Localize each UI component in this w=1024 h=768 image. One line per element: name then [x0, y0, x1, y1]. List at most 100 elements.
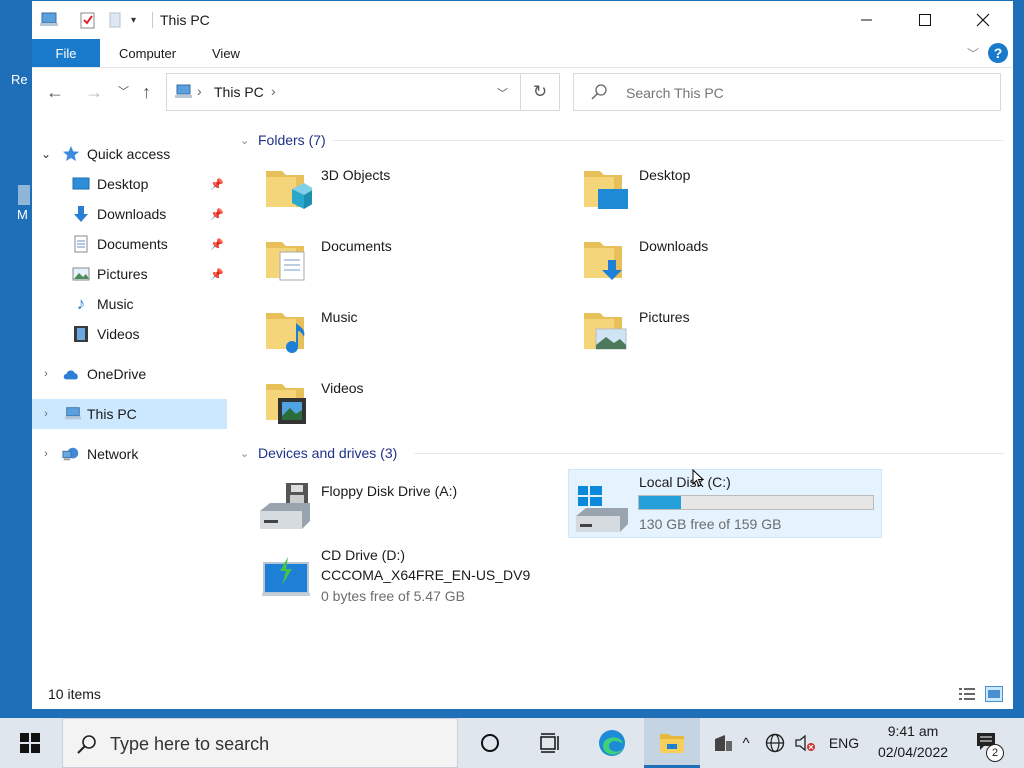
computer-icon [64, 405, 82, 423]
large-icons-view-button[interactable] [985, 686, 1003, 702]
customize-quick-access-icon[interactable]: ▾ [131, 10, 136, 30]
breadcrumb-separator-icon[interactable]: › [197, 83, 202, 99]
pin-icon[interactable]: 📌 [210, 208, 224, 221]
address-dropdown-icon[interactable]: ﹀ [497, 85, 508, 101]
folder-documents[interactable]: Documents [236, 228, 536, 294]
maximize-button[interactable] [896, 1, 954, 39]
folder-3d-objects[interactable]: 3D Objects [236, 157, 536, 223]
search-input[interactable] [624, 84, 928, 102]
folder-desktop[interactable]: Desktop [554, 157, 854, 223]
breadcrumb-this-pc[interactable]: This PC [214, 84, 264, 100]
nav-label: Network [87, 446, 139, 462]
desktop-icon[interactable] [18, 185, 30, 205]
nav-label: Videos [97, 326, 140, 342]
close-button[interactable] [954, 1, 1012, 39]
windows-drive-icon [576, 486, 628, 532]
up-button[interactable]: ↑ [142, 82, 151, 102]
edge-icon [599, 730, 625, 756]
edge-browser-button[interactable] [584, 718, 640, 768]
folder-label: Documents [321, 238, 392, 254]
help-button[interactable]: ? [988, 43, 1008, 63]
nav-label: Quick access [87, 146, 171, 162]
nav-item-pictures[interactable]: Pictures 📌 [32, 259, 227, 289]
collapsed-chevron-icon[interactable]: › [40, 408, 52, 420]
expanded-chevron-icon[interactable]: ⌄ [40, 147, 52, 161]
title-bar: ▾ This PC [32, 1, 1013, 39]
nav-this-pc[interactable]: › This PC [32, 399, 227, 429]
drive-label: Floppy Disk Drive (A:) [321, 483, 458, 499]
folder-label: Music [321, 309, 358, 325]
pin-icon[interactable]: 📌 [210, 238, 224, 251]
nav-quick-access[interactable]: ⌄ Quick access [32, 139, 227, 169]
file-explorer-window: ▾ This PC File Computer View ﹀ ? ← → ﹀ ↑… [31, 0, 1014, 710]
drive-label: Local Disk (C:) [639, 474, 731, 490]
drive-cd-d[interactable]: CD Drive (D:) CCCOMA_X64FRE_EN-US_DV9 0 … [236, 545, 536, 611]
start-button[interactable] [0, 718, 60, 768]
status-bar: 10 items [32, 677, 1013, 710]
folders-group-title: Folders (7) [258, 132, 326, 148]
breadcrumb-separator-icon[interactable]: › [271, 83, 276, 99]
folder-pictures[interactable]: Pictures [554, 299, 854, 365]
collapsed-chevron-icon[interactable]: › [40, 448, 52, 460]
volume-button[interactable] [792, 718, 818, 768]
recent-locations-icon[interactable]: ﹀ [118, 82, 129, 102]
pin-icon[interactable]: 📌 [210, 268, 224, 281]
group-collapse-icon[interactable]: ⌄ [240, 447, 258, 460]
show-hidden-icons-button[interactable]: ^ [734, 718, 758, 768]
details-view-button[interactable] [958, 686, 976, 702]
network-status-button[interactable] [762, 718, 788, 768]
nav-onedrive[interactable]: › OneDrive [32, 359, 227, 389]
folder-label: Videos [321, 380, 364, 396]
folder-music[interactable]: Music [236, 299, 536, 365]
tab-computer[interactable]: Computer [119, 46, 176, 61]
back-button[interactable]: ← [46, 82, 64, 102]
cd-drive-icon [262, 557, 310, 596]
nav-item-desktop[interactable]: Desktop 📌 [32, 169, 227, 199]
picture-icon [72, 265, 90, 283]
network-icon [62, 445, 80, 463]
item-count: 10 items [48, 686, 101, 702]
group-collapse-icon[interactable]: ⌄ [240, 134, 258, 147]
taskbar-search-box[interactable]: Type here to search [62, 718, 458, 768]
forward-button[interactable]: → [85, 82, 103, 102]
address-bar[interactable]: › This PC › ﹀ [166, 73, 560, 111]
disk-usage-bar [638, 495, 874, 510]
window-title: This PC [160, 12, 210, 28]
drive-floppy[interactable]: Floppy Disk Drive (A:) [236, 473, 536, 533]
input-language[interactable]: ENG [822, 718, 866, 768]
action-center-button[interactable]: 2 [964, 718, 1014, 768]
minimize-button[interactable] [838, 1, 896, 39]
drive-local-c[interactable]: Local Disk (C:) 130 GB free of 159 GB [568, 469, 882, 538]
globe-icon [765, 733, 785, 753]
expand-ribbon-icon[interactable]: ﹀ [967, 45, 979, 62]
tab-view[interactable]: View [212, 46, 240, 61]
properties-icon[interactable] [80, 10, 96, 30]
tab-file[interactable]: File [32, 39, 100, 67]
folder-downloads[interactable]: Downloads [554, 228, 854, 294]
nav-label: OneDrive [87, 366, 147, 382]
folder-videos[interactable]: Videos [236, 370, 536, 436]
pin-icon[interactable]: 📌 [210, 178, 224, 191]
file-explorer-icon [660, 734, 684, 753]
cloud-icon [62, 365, 80, 383]
nav-item-downloads[interactable]: Downloads 📌 [32, 199, 227, 229]
videos-folder-icon [266, 384, 306, 424]
this-pc-icon [175, 84, 193, 103]
drives-group-header[interactable]: ⌄ Devices and drives (3) [240, 443, 397, 463]
file-explorer-taskbar-button[interactable] [644, 718, 700, 768]
nav-item-music[interactable]: ♪ Music [32, 289, 227, 319]
task-view-button[interactable] [522, 718, 578, 768]
clock[interactable]: 9:41 am 02/04/2022 [866, 721, 960, 763]
search-box[interactable] [573, 73, 1001, 111]
navigation-bar: ← → ﹀ ↑ › This PC › ﹀ ↻ [32, 68, 1013, 116]
refresh-button[interactable]: ↻ [520, 73, 560, 111]
collapsed-chevron-icon[interactable]: › [40, 368, 52, 380]
nav-item-videos[interactable]: Videos [32, 319, 227, 349]
nav-item-documents[interactable]: Documents 📌 [32, 229, 227, 259]
folders-group-header[interactable]: ⌄ Folders (7) [240, 130, 326, 150]
desktop-icon [72, 175, 90, 193]
nav-network[interactable]: › Network [32, 439, 227, 469]
new-folder-icon[interactable] [108, 10, 122, 30]
folder-label: Desktop [639, 167, 691, 183]
cortana-button[interactable] [464, 718, 516, 768]
